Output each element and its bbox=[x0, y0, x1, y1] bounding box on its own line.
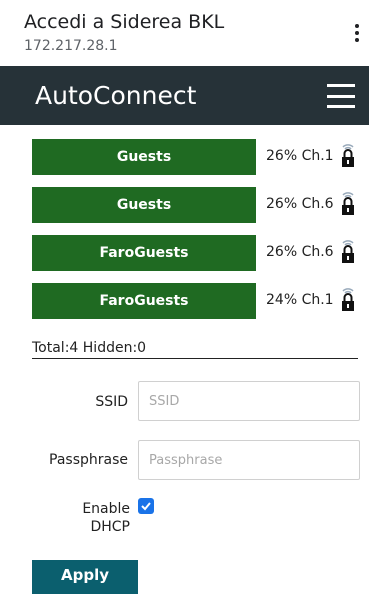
network-row: FaroGuests 26% Ch.6 bbox=[32, 235, 362, 271]
network-row: Guests 26% Ch.6 bbox=[32, 187, 362, 223]
dhcp-label-line2: DHCP bbox=[90, 519, 130, 535]
network-button-faroguests-1[interactable]: FaroGuests bbox=[32, 235, 256, 271]
ssid-label: SSID bbox=[95, 394, 128, 410]
dhcp-label-line1: Enable bbox=[82, 501, 130, 517]
dhcp-checkbox[interactable] bbox=[138, 498, 154, 514]
navbar-brand: AutoConnect bbox=[35, 81, 197, 110]
wifi-lock-icon bbox=[342, 288, 354, 311]
hamburger-menu-icon[interactable] bbox=[327, 84, 355, 108]
apply-button[interactable]: Apply bbox=[32, 560, 138, 594]
checkmark-icon bbox=[141, 502, 151, 511]
dhcp-label: Enable DHCP bbox=[60, 500, 130, 536]
kebab-menu-icon[interactable] bbox=[354, 24, 360, 42]
network-summary: Total:4 Hidden:0 bbox=[32, 340, 358, 359]
network-signal-channel: 24% Ch.1 bbox=[266, 292, 334, 308]
wifi-lock-icon bbox=[342, 144, 354, 167]
browser-header: Accedi a Siderea BKL 172.217.28.1 bbox=[0, 0, 369, 66]
ssid-input[interactable] bbox=[138, 381, 360, 421]
page-address: 172.217.28.1 bbox=[24, 38, 118, 54]
wifi-lock-icon bbox=[342, 240, 354, 263]
network-button-faroguests-2[interactable]: FaroGuests bbox=[32, 283, 256, 319]
autoconnect-navbar: AutoConnect bbox=[0, 66, 369, 125]
network-list: Guests 26% Ch.1 Guests 26% Ch.6 FaroGues… bbox=[32, 139, 362, 331]
passphrase-input[interactable] bbox=[138, 440, 360, 480]
network-button-guests-2[interactable]: Guests bbox=[32, 187, 256, 223]
page-title: Accedi a Siderea BKL bbox=[24, 11, 225, 33]
network-row: FaroGuests 24% Ch.1 bbox=[32, 283, 362, 319]
passphrase-label: Passphrase bbox=[49, 452, 128, 468]
network-signal-channel: 26% Ch.6 bbox=[266, 196, 334, 212]
network-button-guests-1[interactable]: Guests bbox=[32, 139, 256, 175]
wifi-lock-icon bbox=[342, 192, 354, 215]
network-signal-channel: 26% Ch.1 bbox=[266, 148, 334, 164]
network-row: Guests 26% Ch.1 bbox=[32, 139, 362, 175]
network-signal-channel: 26% Ch.6 bbox=[266, 244, 334, 260]
